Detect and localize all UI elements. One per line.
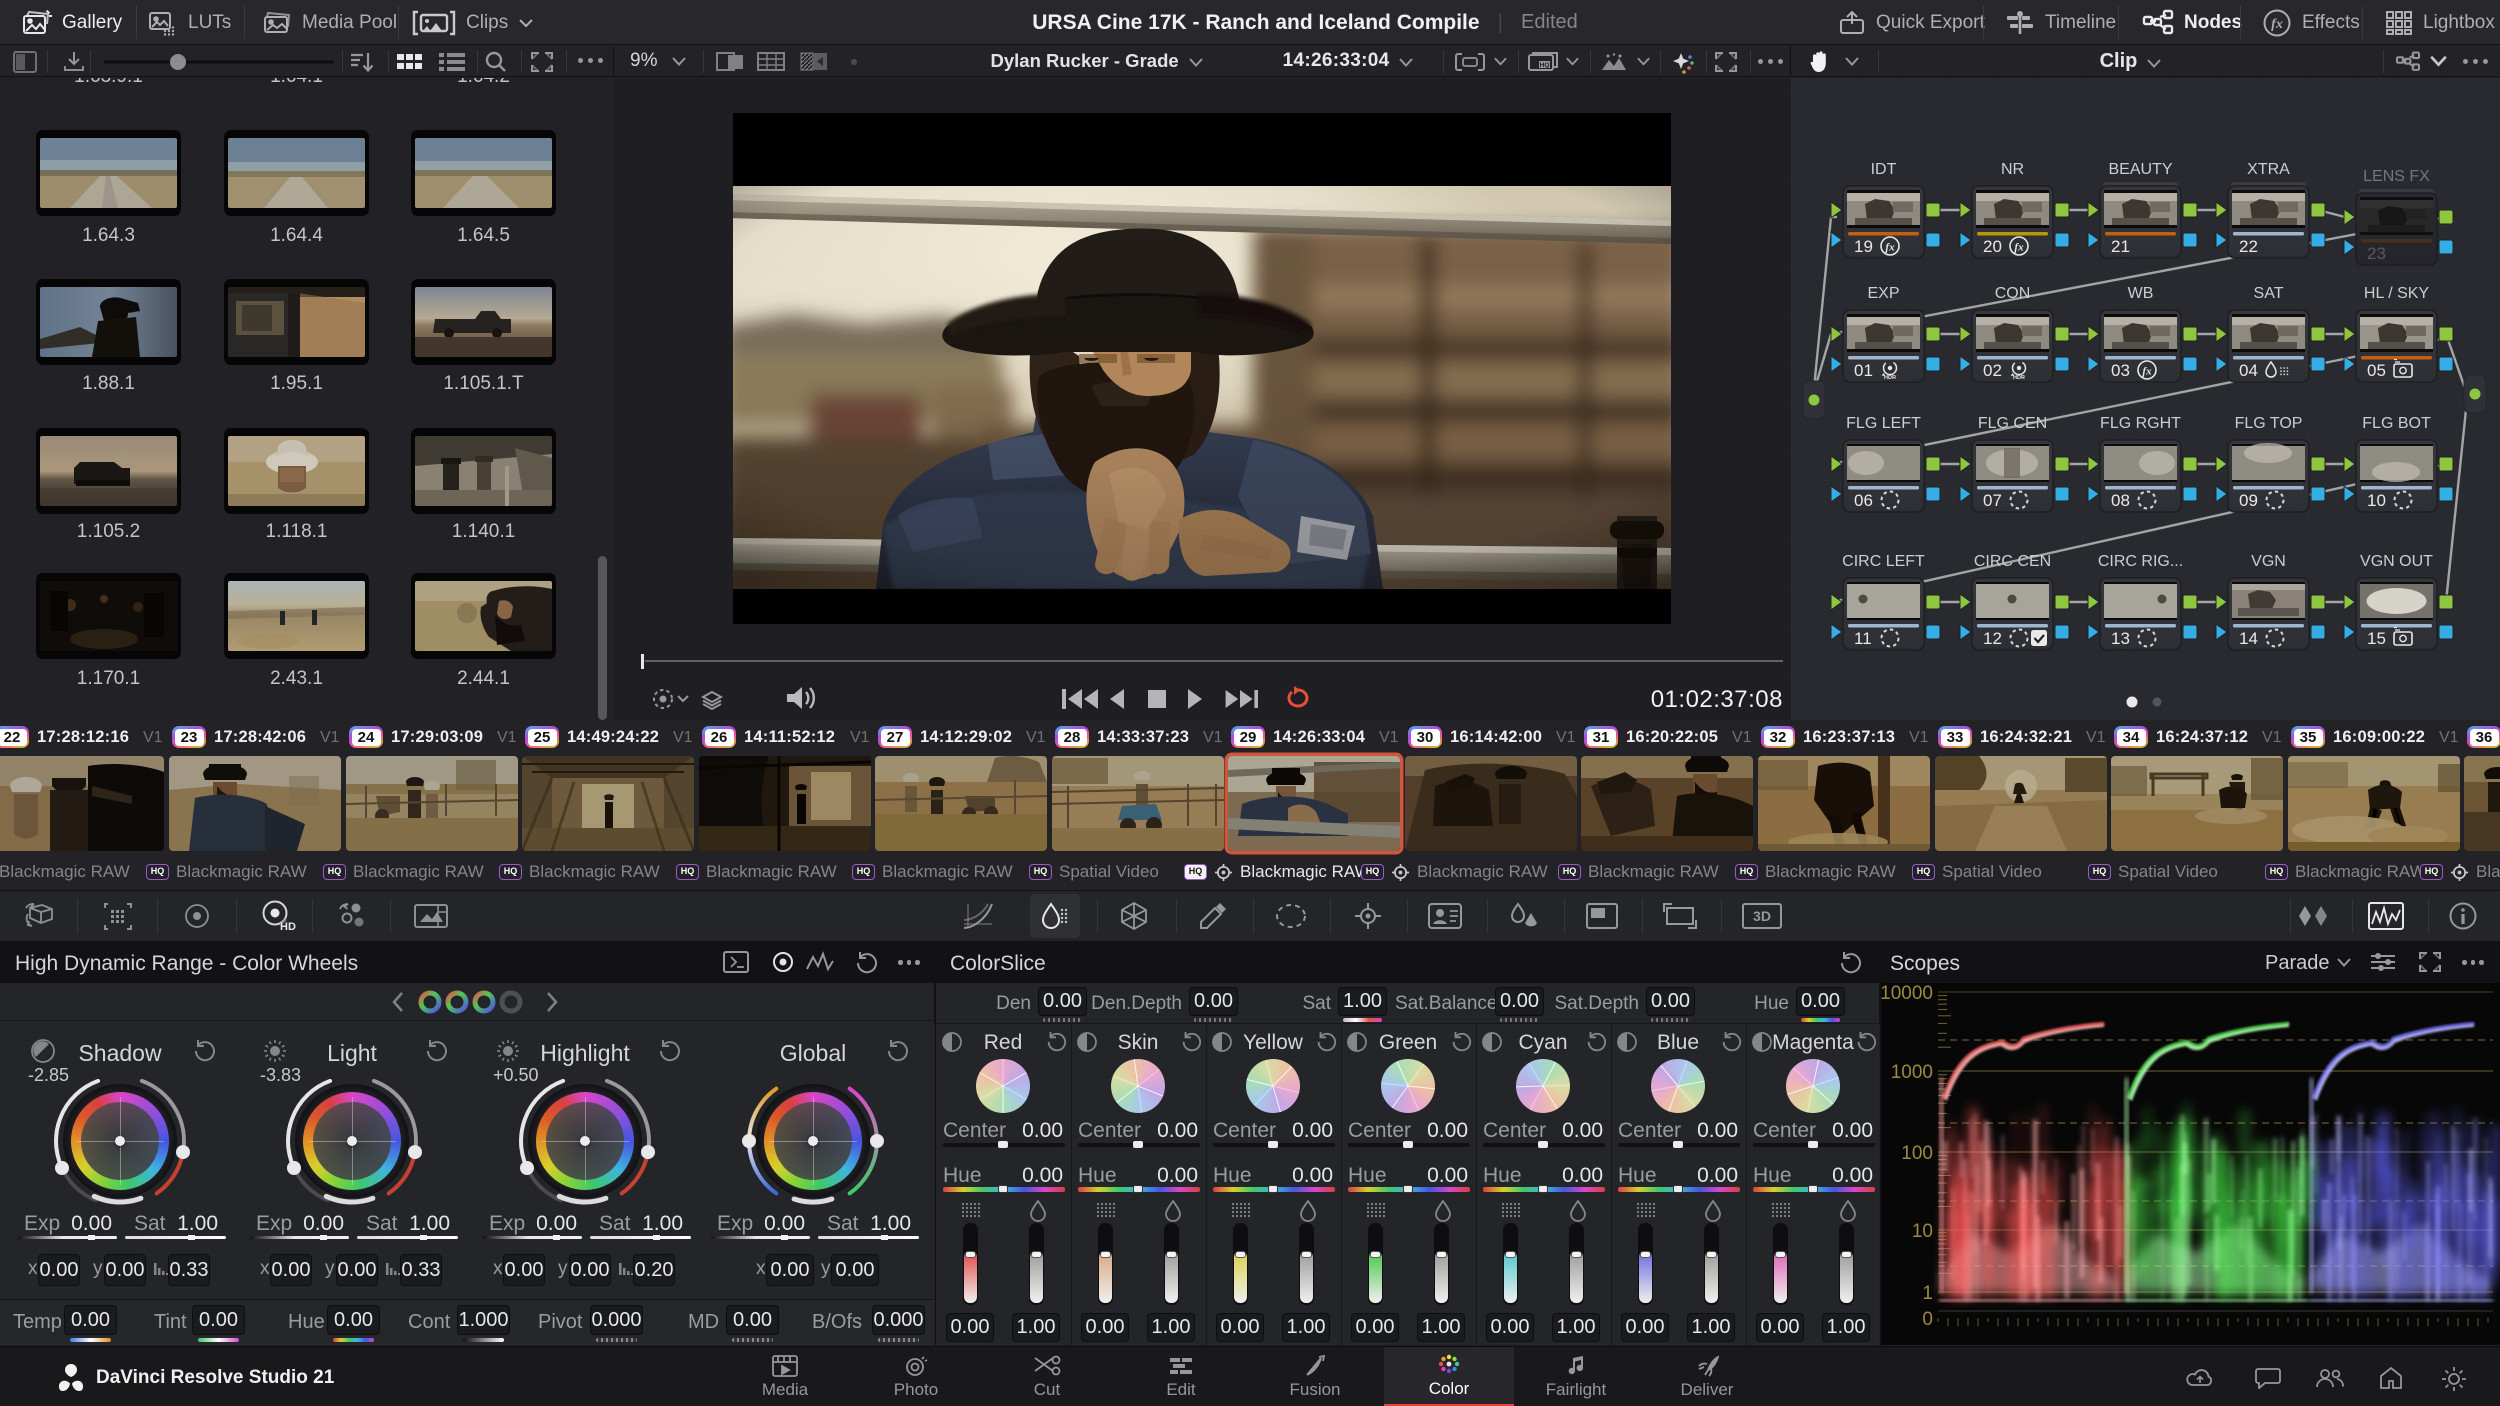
svg-text:FLG RGHT: FLG RGHT [2100, 415, 2181, 432]
svg-text:06: 06 [1854, 491, 1873, 510]
svg-text:VGN OUT: VGN OUT [2360, 553, 2433, 570]
svg-text:LENS FX: LENS FX [2363, 168, 2430, 185]
svg-text:BEAUTY: BEAUTY [2108, 161, 2172, 178]
svg-text:IDT: IDT [1871, 161, 1897, 178]
svg-text:08: 08 [2111, 491, 2130, 510]
svg-text:EXP: EXP [1867, 285, 1899, 302]
svg-text:CIRC RIG...: CIRC RIG... [2098, 553, 2183, 570]
svg-text:fx: fx [2014, 242, 2024, 254]
svg-text:HDR: HDR [280, 921, 296, 933]
svg-text:15: 15 [2367, 629, 2386, 648]
svg-text:0: 0 [1922, 1309, 1933, 1330]
svg-text:10: 10 [2367, 491, 2386, 510]
svg-text:02: 02 [1983, 361, 2002, 380]
svg-text:11: 11 [1854, 629, 1872, 648]
svg-text:14: 14 [2239, 629, 2258, 648]
svg-text:13: 13 [2111, 629, 2130, 648]
svg-text:100: 100 [1901, 1143, 1933, 1164]
svg-text:01: 01 [1854, 361, 1873, 380]
svg-text:07: 07 [1983, 491, 2002, 510]
svg-text:10000: 10000 [1881, 983, 1933, 1004]
svg-text:SAT: SAT [2254, 285, 2284, 302]
svg-text:fx: fx [1885, 242, 1895, 254]
svg-text:10: 10 [1912, 1221, 1933, 1242]
svg-text:21: 21 [2111, 237, 2130, 256]
svg-text:HQ: HQ [1540, 62, 1550, 69]
svg-text:VGN: VGN [2251, 553, 2286, 570]
svg-text:22: 22 [2239, 237, 2258, 256]
svg-text:fx: fx [2142, 366, 2152, 378]
svg-text:1: 1 [1922, 1283, 1933, 1304]
svg-text:FLG CEN: FLG CEN [1978, 415, 2047, 432]
svg-text:19: 19 [1854, 237, 1873, 256]
svg-text:1000: 1000 [1891, 1062, 1933, 1083]
svg-text:03: 03 [2111, 361, 2130, 380]
svg-text:NR: NR [2001, 161, 2024, 178]
svg-text:HL / SKY: HL / SKY [2364, 285, 2430, 302]
svg-text:HDR: HDR [1884, 375, 1896, 381]
svg-text:05: 05 [2367, 361, 2386, 380]
svg-text:CIRC CEN: CIRC CEN [1974, 553, 2051, 570]
svg-text:fx: fx [2271, 17, 2283, 32]
svg-text:WB: WB [2128, 285, 2154, 302]
svg-text:FLG TOP: FLG TOP [2235, 415, 2303, 432]
svg-text:CIRC LEFT: CIRC LEFT [1842, 553, 1925, 570]
svg-text:FLG LEFT: FLG LEFT [1846, 415, 1921, 432]
svg-text:FLG BOT: FLG BOT [2362, 415, 2431, 432]
svg-text:XTRA: XTRA [2247, 161, 2290, 178]
svg-text:09: 09 [2239, 491, 2258, 510]
svg-text:04: 04 [2239, 361, 2258, 380]
svg-text:20: 20 [1983, 237, 2002, 256]
svg-text:12: 12 [1983, 629, 2002, 648]
svg-text:HDR: HDR [2013, 375, 2025, 381]
svg-text:CON: CON [1995, 285, 2031, 302]
